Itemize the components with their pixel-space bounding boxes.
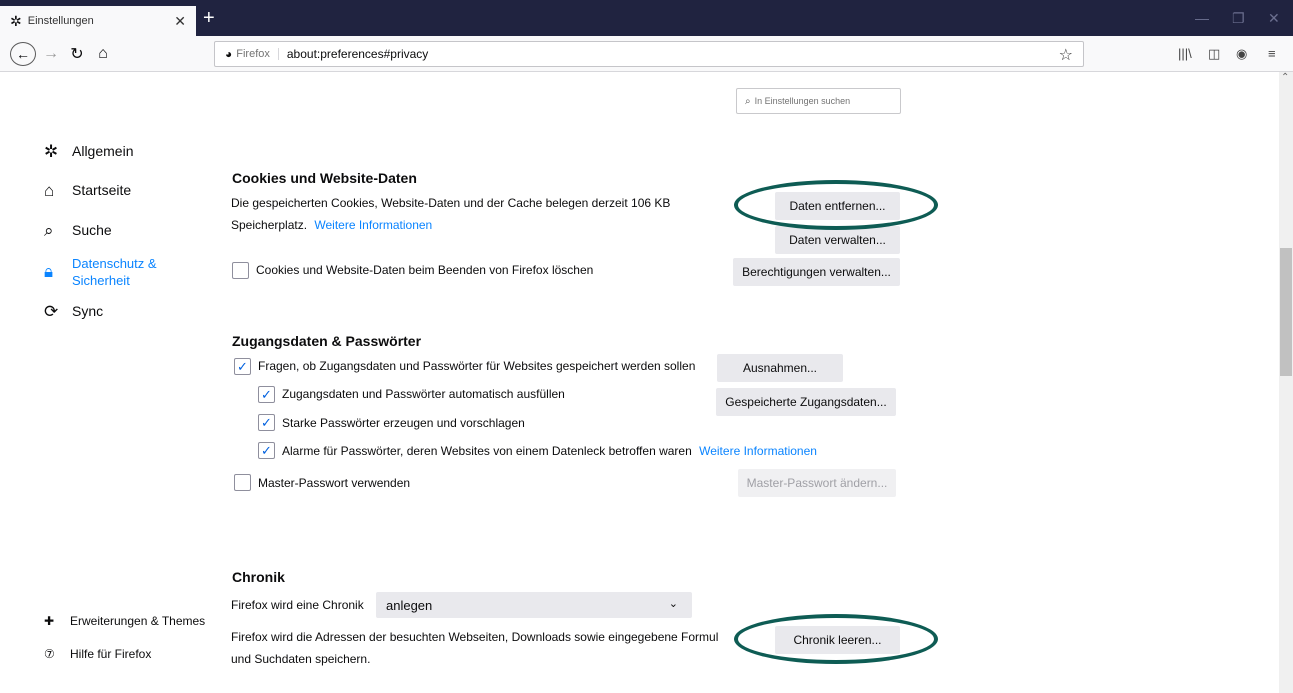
- sync-icon: ⟳: [44, 302, 59, 321]
- bookmark-star-icon[interactable]: ☆: [1059, 45, 1073, 65]
- autofill-logins-checkbox[interactable]: ✓: [258, 386, 275, 403]
- cookies-more-info-link[interactable]: Weitere Informationen: [314, 218, 432, 232]
- master-password-label: Master-Passwort verwenden: [258, 476, 411, 490]
- delete-cookies-on-close-checkbox[interactable]: [232, 262, 249, 279]
- change-master-password-button[interactable]: Master-Passwort ändern...: [738, 469, 896, 497]
- sidebar-help-link[interactable]: ⑦ Hilfe für Firefox: [44, 647, 151, 661]
- chevron-down-icon: ⌄: [668, 598, 678, 610]
- ask-save-logins-checkbox[interactable]: ✓: [234, 358, 251, 375]
- sidebar-item-suche[interactable]: ⌕ Suche: [44, 222, 112, 240]
- saved-logins-button[interactable]: Gespeicherte Zugangsdaten...: [716, 388, 896, 416]
- suggest-strong-passwords-checkbox[interactable]: ✓: [258, 414, 275, 431]
- sidebar-item-allgemein[interactable]: ✲ Allgemein: [44, 143, 133, 161]
- home-icon: ⌂: [44, 181, 55, 200]
- url-identity: Firefox: [236, 48, 279, 60]
- cookies-description: Die gespeicherten Cookies, Website-Daten…: [231, 196, 671, 210]
- search-icon: ⌕: [44, 221, 54, 240]
- remove-data-button[interactable]: Daten entfernen...: [775, 192, 900, 220]
- clear-history-button[interactable]: Chronik leeren...: [775, 626, 900, 654]
- tab-close-button[interactable]: ✕: [174, 13, 186, 30]
- manage-permissions-button[interactable]: Berechtigungen verwalten...: [733, 258, 900, 286]
- cookies-description-2: Speicherplatz. Weitere Informationen: [231, 218, 433, 232]
- history-mode-select[interactable]: anlegen ⌄: [376, 592, 692, 618]
- account-icon[interactable]: ◉: [1236, 46, 1247, 62]
- master-password-checkbox[interactable]: [234, 474, 251, 491]
- gear-icon: ✲: [44, 142, 59, 161]
- nav-toolbar: ← → ↻ ⌂ ◕ Firefox about:preferences#priv…: [0, 36, 1293, 72]
- suggest-strong-passwords-label: Starke Passwörter erzeugen und vorschlag…: [282, 416, 525, 430]
- sidebar-item-sync[interactable]: ⟳ Sync: [44, 303, 103, 321]
- sidebar-item-datenschutz[interactable]: 🔒︎ Datenschutz & Sicherheit: [44, 255, 172, 289]
- scroll-up-icon[interactable]: ⌃: [1281, 72, 1289, 83]
- scrollbar-track[interactable]: [1279, 72, 1293, 693]
- ask-save-logins-label: Fragen, ob Zugangsdaten und Passwörter f…: [258, 359, 696, 373]
- forward-button[interactable]: →: [42, 42, 60, 66]
- sidebar-footer-label: Hilfe für Firefox: [70, 647, 152, 661]
- lock-icon: 🔒︎: [44, 262, 54, 281]
- sidebar-footer-label: Erweiterungen & Themes: [70, 614, 206, 628]
- history-mode-label: Firefox wird eine Chronik: [231, 598, 364, 612]
- puzzle-icon: ✚: [44, 614, 55, 628]
- gear-icon: ✲: [10, 12, 22, 29]
- tab-strip: ✲ Einstellungen ✕ + — ❐ ✕: [0, 0, 1293, 36]
- minimize-icon[interactable]: —: [1195, 10, 1209, 26]
- library-icon[interactable]: |||\: [1178, 46, 1192, 61]
- restore-icon[interactable]: ❐: [1232, 10, 1245, 27]
- url-text[interactable]: about:preferences#privacy: [287, 47, 428, 61]
- home-button[interactable]: ⌂: [94, 42, 112, 66]
- sidebar-item-label: Sync: [72, 303, 104, 319]
- history-description: Firefox wird die Adressen der besuchten …: [231, 630, 719, 644]
- history-heading: Chronik: [232, 569, 285, 585]
- back-button[interactable]: ←: [10, 42, 36, 66]
- url-bar[interactable]: ◕ Firefox about:preferences#privacy ☆: [214, 41, 1084, 67]
- breach-more-info-link[interactable]: Weitere Informationen: [699, 444, 817, 458]
- help-icon: ⑦: [44, 647, 55, 661]
- search-icon: ⌕: [745, 95, 751, 107]
- history-description-2: und Suchdaten speichern.: [231, 652, 371, 666]
- history-mode-value: anlegen: [386, 597, 433, 613]
- sidebar-icon[interactable]: ◫: [1208, 46, 1220, 62]
- breach-alerts-checkbox[interactable]: ✓: [258, 442, 275, 459]
- manage-data-button[interactable]: Daten verwalten...: [775, 226, 900, 254]
- logins-heading: Zugangsdaten & Passwörter: [232, 333, 422, 349]
- firefox-icon: ◕: [225, 47, 233, 61]
- sidebar-item-label: Startseite: [72, 182, 132, 198]
- sidebar-item-label: Datenschutz & Sicherheit: [72, 256, 157, 288]
- menu-icon[interactable]: ≡: [1268, 46, 1276, 61]
- sidebar-extensions-link[interactable]: ✚ Erweiterungen & Themes: [44, 614, 205, 628]
- tab-title: Einstellungen: [27, 15, 94, 27]
- preferences-search-input[interactable]: ⌕ In Einstellungen suchen: [736, 88, 901, 114]
- close-window-icon[interactable]: ✕: [1268, 10, 1280, 27]
- scrollbar-thumb[interactable]: [1280, 248, 1292, 376]
- exceptions-button[interactable]: Ausnahmen...: [717, 354, 843, 382]
- sidebar-item-startseite[interactable]: ⌂ Startseite: [44, 182, 131, 200]
- sidebar-item-label: Allgemein: [72, 143, 134, 159]
- tab-einstellungen[interactable]: ✲ Einstellungen ✕: [0, 6, 196, 36]
- reload-button[interactable]: ↻: [68, 42, 86, 66]
- breach-alerts-label: Alarme für Passwörter, deren Websites vo…: [282, 444, 817, 458]
- sidebar-item-label: Suche: [72, 222, 112, 238]
- autofill-logins-label: Zugangsdaten und Passwörter automatisch …: [282, 387, 565, 401]
- cookies-heading: Cookies und Website-Daten: [232, 170, 417, 186]
- search-placeholder: In Einstellungen suchen: [754, 96, 851, 106]
- delete-cookies-on-close-label: Cookies und Website-Daten beim Beenden v…: [256, 263, 594, 277]
- new-tab-button[interactable]: +: [203, 8, 215, 28]
